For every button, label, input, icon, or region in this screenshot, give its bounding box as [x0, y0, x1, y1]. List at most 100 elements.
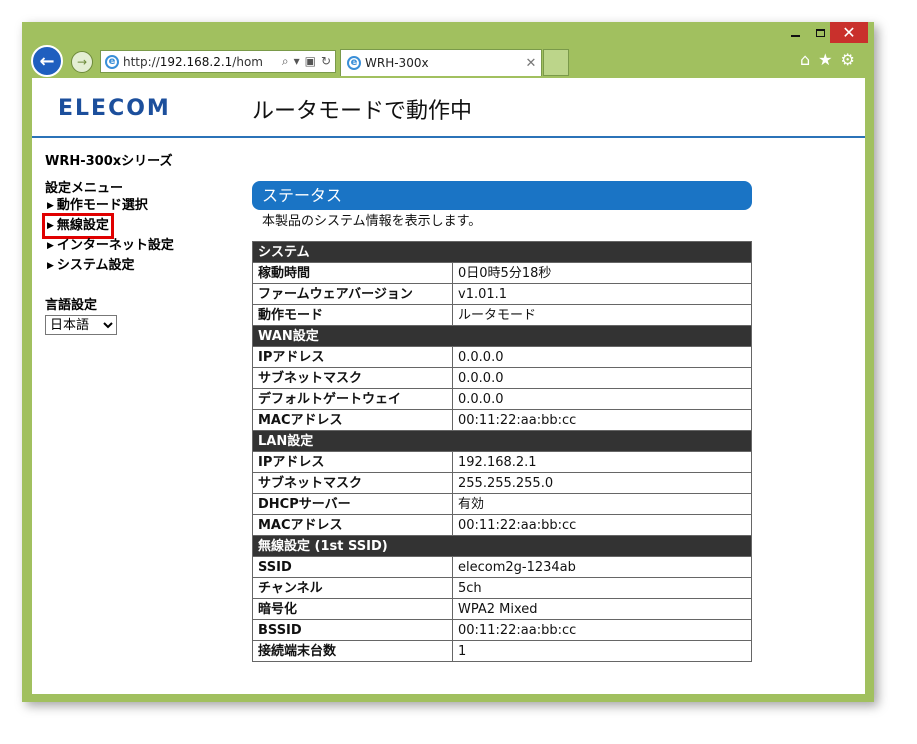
sidebar-item-label: システム設定: [56, 258, 135, 273]
section-header: LAN設定: [252, 430, 752, 452]
close-icon: ✕: [842, 23, 856, 42]
row-label: MACアドレス: [252, 409, 453, 431]
row-value: 5ch: [452, 577, 752, 599]
table-row: 暗号化 WPA2 Mixed: [252, 598, 752, 620]
row-label: 暗号化: [252, 598, 453, 620]
table-row: BSSID 00:11:22:aa:bb:cc: [252, 619, 752, 641]
elecom-logo: ELECOM: [58, 96, 171, 121]
row-value: 0日0時5分18秒: [452, 262, 752, 284]
triangle-right-icon: ▶: [47, 201, 54, 211]
page-title: ルータモードで動作中: [252, 99, 473, 124]
row-value: 192.168.2.1: [452, 451, 752, 473]
table-row: IPアドレス 192.168.2.1: [252, 451, 752, 473]
dropdown-icon[interactable]: ▾: [294, 54, 300, 69]
row-value: 255.255.255.0: [452, 472, 752, 494]
sidebar-item-system[interactable]: ▶ システム設定: [45, 256, 137, 276]
table-row: MACアドレス 00:11:22:aa:bb:cc: [252, 514, 752, 536]
triangle-right-icon: ▶: [47, 221, 54, 231]
gear-icon[interactable]: ⚙: [841, 50, 855, 69]
home-icon[interactable]: ⌂: [800, 50, 810, 69]
sidebar-item-operation-mode[interactable]: ▶ 動作モード選択: [45, 196, 150, 216]
model-name: WRH-300xシリーズ: [45, 154, 173, 169]
minimize-icon: [790, 34, 800, 37]
status-table: システム 稼動時間 0日0時5分18秒 ファームウェアバージョン v1.01.1 動…: [252, 241, 752, 662]
section-header: システム: [252, 241, 752, 263]
row-label: ファームウェアバージョン: [252, 283, 453, 305]
table-row: MACアドレス 00:11:22:aa:bb:cc: [252, 409, 752, 431]
page-viewport: ELECOM ルータモードで動作中 WRH-300xシリーズ 設定メニュー ▶ 動…: [32, 78, 865, 694]
table-row: サブネットマスク 0.0.0.0: [252, 367, 752, 389]
section-title: 無線設定 (1st SSID): [252, 535, 752, 557]
table-row: デフォルトゲートウェイ 0.0.0.0: [252, 388, 752, 410]
triangle-right-icon: ▶: [47, 261, 54, 271]
url-path: /hom: [232, 54, 263, 69]
address-url[interactable]: http://192.168.2.1/hom: [123, 55, 278, 69]
menu-title: 設定メニュー: [45, 181, 124, 196]
table-row: 接続端末台数 1: [252, 640, 752, 662]
row-value: v1.01.1: [452, 283, 752, 305]
row-label: サブネットマスク: [252, 367, 453, 389]
row-value: 00:11:22:aa:bb:cc: [452, 409, 752, 431]
status-description: 本製品のシステム情報を表示します。: [262, 214, 482, 229]
forward-button[interactable]: →: [71, 51, 93, 73]
favorites-icon[interactable]: ★: [818, 50, 832, 69]
browser-window: ✕ ← → e http://192.168.2.1/hom ⌕ ▾ ▣ ↻ e…: [22, 22, 874, 702]
table-row: SSID elecom2g-1234ab: [252, 556, 752, 578]
row-label: BSSID: [252, 619, 453, 641]
tab-title: WRH-300x: [365, 56, 429, 70]
row-label: デフォルトゲートウェイ: [252, 388, 453, 410]
table-row: 稼動時間 0日0時5分18秒: [252, 262, 752, 284]
language-select[interactable]: 日本語: [45, 315, 117, 335]
section-header: WAN設定: [252, 325, 752, 347]
row-label: SSID: [252, 556, 453, 578]
table-row: IPアドレス 0.0.0.0: [252, 346, 752, 368]
table-row: サブネットマスク 255.255.255.0: [252, 472, 752, 494]
close-button[interactable]: ✕: [830, 22, 868, 43]
row-label: IPアドレス: [252, 451, 453, 473]
new-tab-button[interactable]: [543, 49, 569, 76]
row-label: 動作モード: [252, 304, 453, 326]
row-label: チャンネル: [252, 577, 453, 599]
tab-ie-icon: e: [347, 56, 361, 70]
table-row: DHCPサーバー 有効: [252, 493, 752, 515]
section-title: システム: [252, 241, 752, 263]
address-bar[interactable]: e http://192.168.2.1/hom ⌕ ▾ ▣ ↻: [100, 50, 336, 73]
row-label: DHCPサーバー: [252, 493, 453, 515]
section-title: LAN設定: [252, 430, 752, 452]
sidebar: WRH-300xシリーズ 設定メニュー ▶ 動作モード選択 ▶ 無線設定 ▶ インター…: [42, 150, 235, 335]
url-host: 192.168.2.1: [159, 54, 233, 69]
row-value: 00:11:22:aa:bb:cc: [452, 619, 752, 641]
triangle-right-icon: ▶: [47, 241, 54, 251]
row-value: 00:11:22:aa:bb:cc: [452, 514, 752, 536]
search-icon[interactable]: ⌕: [282, 54, 289, 69]
minimize-button[interactable]: [782, 22, 808, 43]
maximize-icon: [815, 28, 825, 37]
table-row: チャンネル 5ch: [252, 577, 752, 599]
row-value: 0.0.0.0: [452, 346, 752, 368]
sidebar-item-label: 無線設定: [56, 218, 109, 233]
row-value: 1: [452, 640, 752, 662]
row-value: ルータモード: [452, 304, 752, 326]
sidebar-item-internet[interactable]: ▶ インターネット設定: [45, 236, 176, 256]
language-title: 言語設定: [45, 298, 98, 313]
tab-close-icon[interactable]: ✕: [521, 56, 541, 71]
browser-tools: ⌂ ★ ⚙: [800, 50, 855, 69]
browser-tab[interactable]: e WRH-300x ✕: [340, 49, 542, 76]
compat-view-icon[interactable]: ▣: [305, 54, 316, 69]
back-button[interactable]: ←: [31, 45, 63, 77]
refresh-icon[interactable]: ↻: [321, 54, 331, 69]
row-label: MACアドレス: [252, 514, 453, 536]
section-title: WAN設定: [252, 325, 752, 347]
forward-arrow-icon: →: [76, 55, 88, 69]
row-value: 有効: [452, 493, 752, 515]
row-value: 0.0.0.0: [452, 367, 752, 389]
row-value: elecom2g-1234ab: [452, 556, 752, 578]
sidebar-item-label: インターネット設定: [56, 238, 174, 253]
table-row: 動作モード ルータモード: [252, 304, 752, 326]
back-arrow-icon: ←: [39, 50, 55, 72]
sidebar-item-wireless[interactable]: ▶ 無線設定: [42, 213, 114, 239]
row-value: 0.0.0.0: [452, 388, 752, 410]
sidebar-item-label: 動作モード選択: [56, 198, 148, 213]
row-label: 稼動時間: [252, 262, 453, 284]
table-row: ファームウェアバージョン v1.01.1: [252, 283, 752, 305]
